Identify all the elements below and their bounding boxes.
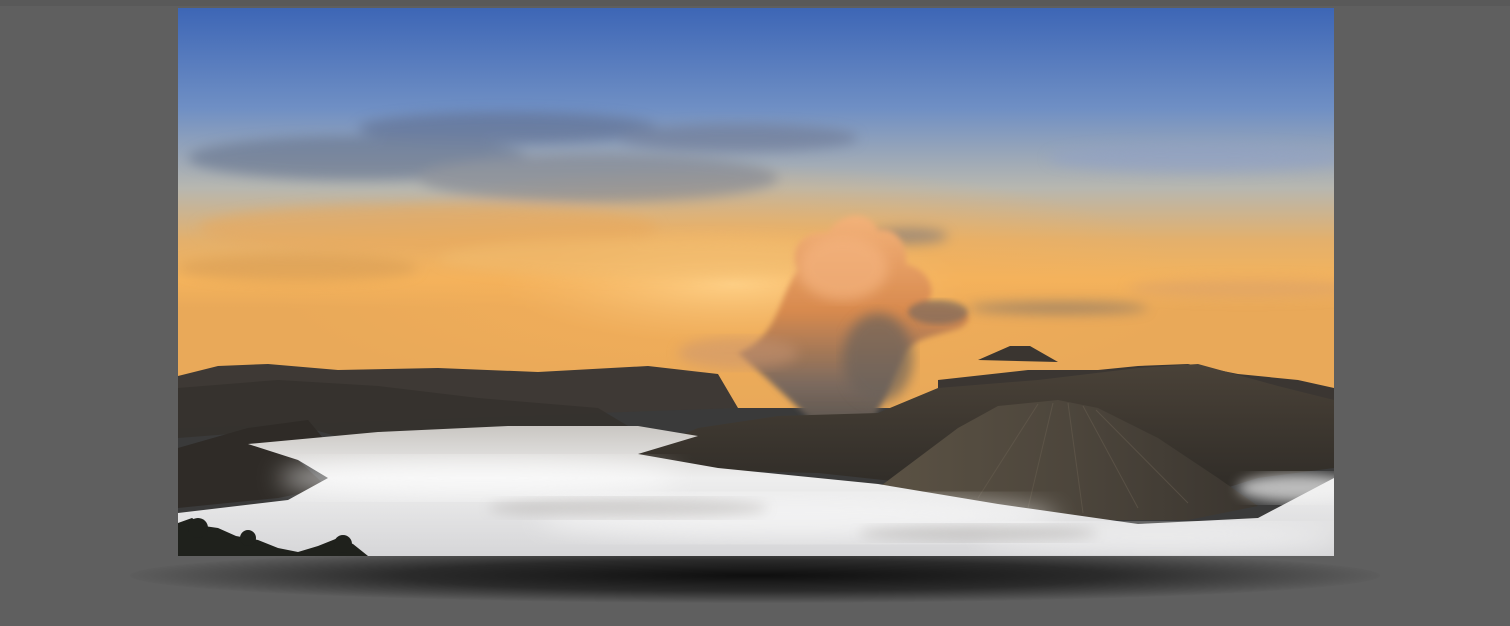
photo-viewer-stage	[0, 0, 1510, 626]
photo-drop-shadow	[130, 548, 1380, 603]
landscape-photo	[178, 8, 1334, 556]
top-edge-strip	[0, 0, 1510, 6]
landscape-photo-artwork	[178, 8, 1334, 556]
